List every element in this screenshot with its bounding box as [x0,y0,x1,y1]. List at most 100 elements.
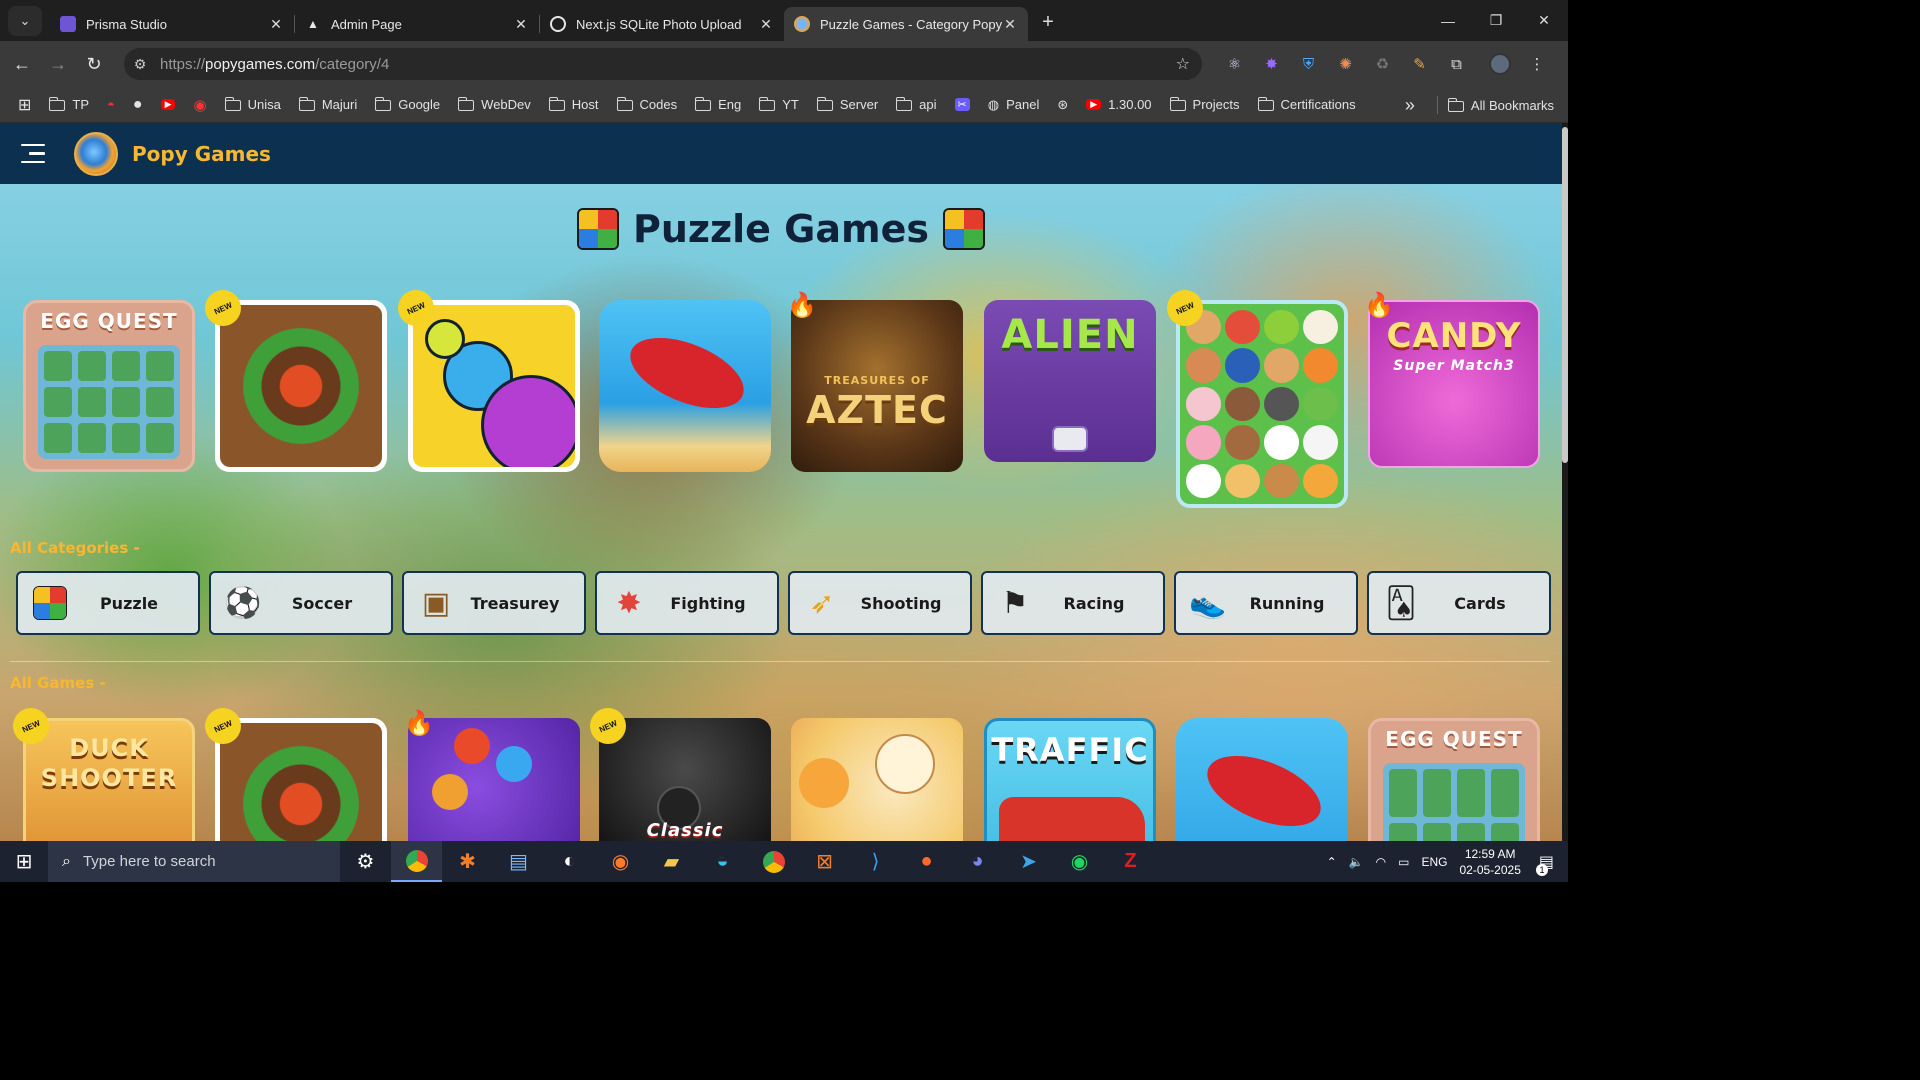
edge-icon[interactable]: ◒ [697,841,748,882]
menu-toggle-icon[interactable] [21,143,45,164]
game-tile-egg-quest[interactable]: EGG QUEST [1368,718,1540,841]
tab-puzzle-games[interactable]: Puzzle Games - Category Popygames ✕ [784,7,1028,41]
discord-icon[interactable]: ◕ [952,841,1003,882]
category-racing[interactable]: ⚑ Racing [981,571,1165,635]
close-icon[interactable]: ✕ [268,16,284,33]
bookmark-yt[interactable]: YT [759,97,799,112]
tab-search-button[interactable]: ⌄ [8,6,42,36]
language-indicator[interactable]: ENG [1421,855,1447,869]
game-tile-aztec[interactable]: TREASURES OF AZTEC [791,300,963,472]
postman-icon[interactable]: ● [901,841,952,882]
url-text[interactable]: https://popygames.com/category/4 [160,56,389,73]
tab-nextjs-photo-upload[interactable]: Next.js SQLite Photo Upload ✕ [540,7,784,41]
bookmark-openai[interactable]: ⊛ [1057,97,1068,113]
restore-icon[interactable]: ❐ [1472,0,1520,41]
puzzle-extensions-icon[interactable]: ⧉ [1438,41,1475,87]
bookmark-github[interactable]: ● [133,96,143,114]
telegram-icon[interactable]: ➤ [1003,841,1054,882]
category-puzzle[interactable]: Puzzle [16,571,200,635]
new-tab-button[interactable]: + [1034,7,1062,37]
game-tile-egg-quest[interactable]: EGG QUEST [23,300,195,472]
game-tile-candy[interactable]: CANDY Super Match3 [1368,300,1540,468]
close-icon[interactable]: ✕ [1002,16,1018,33]
game-tile-dice-wheel[interactable] [215,300,387,472]
game-tile-traffic[interactable]: TRAFFIC [984,718,1156,841]
site-info-icon[interactable]: ⚙ [124,48,156,80]
color-picker-icon[interactable]: ✎ [1401,41,1438,87]
vscode-icon[interactable]: ⟩ [850,841,901,882]
bookmark-webdev[interactable]: WebDev [458,97,531,112]
bookmark-tp[interactable]: TP [49,97,89,112]
category-running[interactable]: 👟 Running [1174,571,1358,635]
chrome-icon[interactable] [391,841,442,882]
category-shooting[interactable]: ➶ Shooting [788,571,972,635]
spotify-icon[interactable]: ◉ [1054,841,1105,882]
chrome-profile-icon[interactable] [748,841,799,882]
category-treasurey[interactable]: ▣ Treasurey [402,571,586,635]
filezilla-icon[interactable]: Z [1105,841,1156,882]
page-scrollbar[interactable] [1562,123,1568,841]
bookmark-projects[interactable]: Projects [1169,97,1240,112]
profile-avatar[interactable] [1475,41,1525,87]
recycle-icon[interactable]: ♻ [1364,41,1401,87]
close-icon[interactable]: ✕ [758,16,774,33]
clock[interactable]: 12:59 AM 02-05-2025 [1459,846,1520,878]
bookmark-tools[interactable]: ✂ [954,98,970,111]
bookmark-youtube[interactable]: ▶ [160,99,176,110]
windows-start-icon[interactable]: ⊞ [0,841,48,882]
bookmark-majuri[interactable]: Majuri [298,97,357,112]
react-devtools-icon[interactable]: ⚛ [1216,41,1253,87]
game-tile-fish[interactable] [1176,718,1348,841]
bookmark-google[interactable]: Google [375,97,440,112]
tab-admin-page[interactable]: ▲ Admin Page ✕ [295,7,539,41]
volume-icon[interactable]: 🔈 [1349,855,1364,869]
brand-name[interactable]: Popy Games [132,142,271,166]
window-close-icon[interactable]: ✕ [1520,0,1568,41]
game-tile-animal-match[interactable] [1176,300,1348,508]
bookmark-apps[interactable]: ⊞ [18,95,31,115]
more-bookmarks-button[interactable]: » [1405,95,1415,116]
tab-prisma-studio[interactable]: Prisma Studio ✕ [50,7,294,41]
cookie-icon[interactable]: ✺ [1327,41,1364,87]
xampp-icon[interactable]: ⊠ [799,841,850,882]
category-cards[interactable]: 🂡 Cards [1367,571,1551,635]
back-icon[interactable]: ← [4,46,40,82]
bookmark-codes[interactable]: Codes [616,97,677,112]
taskbar-search[interactable]: ⌕ Type here to search [48,841,340,882]
game-tile-classic-bowling[interactable]: Classic [599,718,771,841]
scrollbar-thumb[interactable] [1562,127,1568,463]
git-icon[interactable]: ✱ [442,841,493,882]
game-tile-duck-shooter[interactable]: DUCK SHOOTER [23,718,195,841]
play-video-icon[interactable] [1052,426,1088,452]
pc-icon[interactable]: ▤ [493,841,544,882]
game-tile-dice-wheel[interactable] [215,718,387,841]
bookmark-certifications[interactable]: Certifications [1257,97,1356,112]
game-tile-candy-chef[interactable] [791,718,963,841]
settings-gear-icon[interactable]: ⚙ [340,841,391,882]
bookmark-speed[interactable]: ◓ [107,97,115,112]
minimize-icon[interactable]: — [1424,0,1472,41]
bookmark-unisa[interactable]: Unisa [224,97,281,112]
game-tile-blobs[interactable] [408,300,580,472]
wifi-icon[interactable]: ◠ [1376,855,1386,869]
bookmark-server[interactable]: Server [816,97,878,112]
bookmark-video[interactable]: ▶ 1.30.00 [1086,97,1152,112]
reload-icon[interactable]: ↻ [76,46,112,82]
bookmark-api[interactable]: api [896,97,937,112]
category-soccer[interactable]: ⚽ Soccer [209,571,393,635]
forward-icon[interactable]: → [40,46,76,82]
all-bookmarks-button[interactable]: All Bookmarks [1447,97,1554,113]
bookmark-star-icon[interactable]: ☆ [1176,54,1190,74]
firefox-icon[interactable]: ◉ [595,841,646,882]
site-logo[interactable] [74,131,118,176]
notifications-icon[interactable]: ▤ 1 [1536,852,1554,876]
bookmark-eng[interactable]: Eng [695,97,741,112]
battery-icon[interactable]: ▭ [1398,855,1409,869]
gear-extension-icon[interactable]: ✸ [1253,41,1290,87]
file-explorer-icon[interactable]: ▰ [646,841,697,882]
shield-icon[interactable]: ⛨ [1290,41,1327,87]
close-icon[interactable]: ✕ [513,16,529,33]
kebab-menu-icon[interactable]: ⋮ [1525,41,1549,87]
chevron-up-icon[interactable]: ⌃ [1327,855,1337,869]
address-bar[interactable]: ⚙ https://popygames.com/category/4 ☆ [124,48,1202,80]
